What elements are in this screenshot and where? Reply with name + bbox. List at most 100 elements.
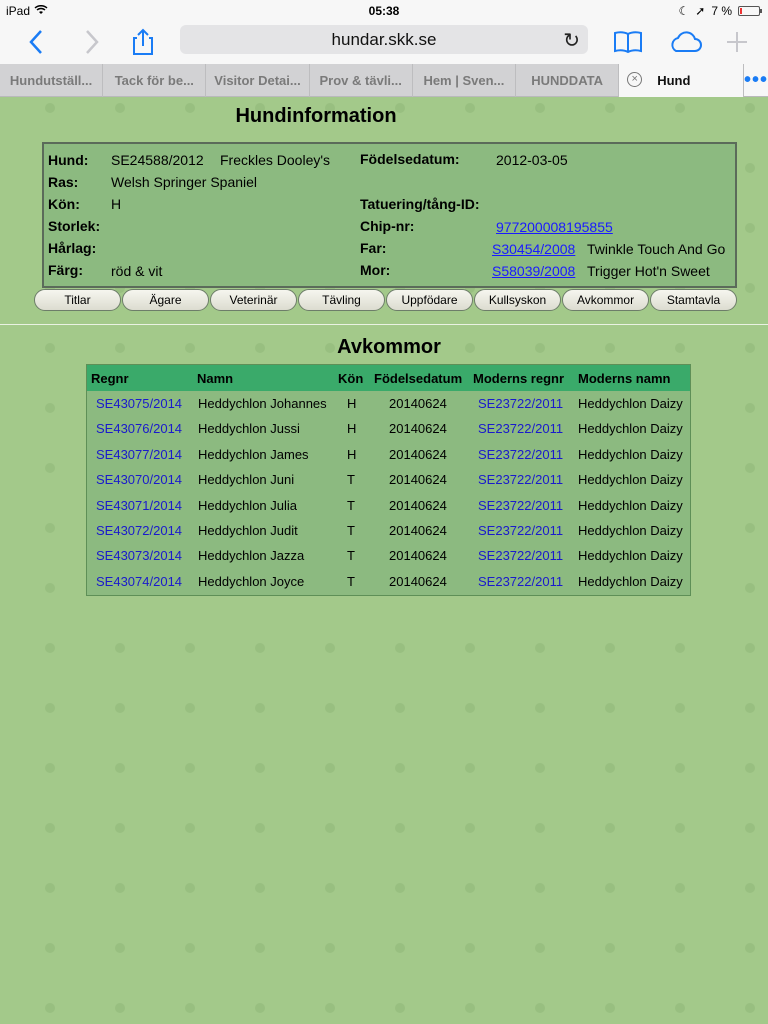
cell-fodelsedatum: 20140624	[389, 497, 447, 513]
cell-fodelsedatum: 20140624	[389, 472, 447, 488]
value-regnr: SE24588/2012	[111, 152, 204, 168]
paw-print	[395, 763, 405, 773]
stamtavla-button[interactable]: Stamtavla	[650, 289, 737, 311]
cell-namn: Heddychlon Judit	[198, 523, 298, 538]
icloud-tabs-button[interactable]	[666, 26, 704, 58]
url-text: hundar.skk.se	[331, 29, 437, 49]
paw-print	[115, 883, 125, 893]
cell-regnr[interactable]: SE43072/2014	[96, 523, 182, 538]
chip-number-link[interactable]: 977200008195855	[496, 219, 613, 235]
paw-print	[185, 943, 195, 953]
paw-print	[675, 1003, 685, 1013]
paw-print	[605, 703, 615, 713]
tab-bar: Hundutställ... Tack för be... Visitor De…	[0, 64, 768, 97]
label-harlag: Hårlag:	[48, 240, 97, 256]
tab-hem[interactable]: Hem | Sven...	[413, 64, 517, 97]
book-icon	[614, 31, 642, 54]
tab-visitor[interactable]: Visitor Detai...	[206, 64, 310, 97]
back-button[interactable]	[22, 26, 50, 58]
paw-print	[115, 1003, 125, 1013]
paw-print	[675, 703, 685, 713]
tab-hunddata[interactable]: HUNDDATA	[516, 64, 620, 97]
paw-print	[535, 823, 545, 833]
cell-moderns-regnr[interactable]: SE23722/2011	[478, 396, 563, 411]
paw-print	[185, 643, 195, 653]
tab-prov[interactable]: Prov & tävli...	[310, 64, 413, 97]
bookmarks-button[interactable]	[612, 26, 644, 58]
tavling-button[interactable]: Tävling	[298, 289, 385, 311]
paw-print	[465, 763, 475, 773]
table-row: SE43076/2014 Heddychlon Jussi H 20140624 SE2…	[87, 416, 690, 441]
paw-print	[115, 943, 125, 953]
mor-regnr-link[interactable]: S58039/2008	[492, 263, 575, 279]
cell-regnr[interactable]: SE43077/2014	[96, 447, 182, 462]
paw-print	[395, 883, 405, 893]
header-namn: Namn	[197, 371, 234, 386]
cell-moderns-regnr[interactable]: SE23722/2011	[478, 548, 563, 563]
cell-moderns-regnr[interactable]: SE23722/2011	[478, 574, 563, 589]
cell-moderns-regnr[interactable]: SE23722/2011	[478, 472, 563, 487]
reload-icon[interactable]: ↻	[563, 28, 580, 53]
tab-hundutstallning[interactable]: Hundutställ...	[0, 64, 104, 97]
cell-kon: H	[347, 421, 357, 437]
cell-regnr[interactable]: SE43075/2014	[96, 396, 182, 411]
paw-print	[535, 883, 545, 893]
close-tab-icon[interactable]: ×	[627, 72, 643, 87]
veterinar-button[interactable]: Veterinär	[210, 289, 297, 311]
value-dog-name: Freckles Dooley's	[220, 152, 331, 168]
more-tabs-icon[interactable]: •••	[744, 64, 768, 96]
cell-regnr[interactable]: SE43070/2014	[96, 472, 182, 487]
paw-print	[395, 703, 405, 713]
cell-namn: Heddychlon Jussi	[198, 421, 300, 437]
paw-print	[255, 1003, 265, 1013]
url-bar[interactable]: hundar.skk.se ↻	[180, 25, 588, 54]
label-tatuering: Tatuering/tång-ID:	[360, 196, 480, 212]
share-button[interactable]	[128, 26, 158, 58]
avkommor-button[interactable]: Avkommor	[562, 289, 649, 311]
cell-moderns-regnr[interactable]: SE23722/2011	[478, 523, 563, 538]
cell-moderns-regnr[interactable]: SE23722/2011	[478, 498, 563, 513]
cell-regnr[interactable]: SE43074/2014	[96, 574, 182, 589]
agare-button[interactable]: Ägare	[122, 289, 209, 311]
clock: 05:38	[368, 4, 400, 18]
tab-hund[interactable]: × Hund	[619, 64, 745, 97]
table-row: SE43077/2014 Heddychlon James H 20140624 SE2…	[87, 442, 690, 467]
paw-print	[535, 1003, 545, 1013]
paw-print	[675, 763, 685, 773]
paw-print	[605, 823, 615, 833]
cell-regnr[interactable]: SE43071/2014	[96, 498, 182, 513]
paw-print	[675, 883, 685, 893]
value-ras: Welsh Springer Spaniel	[111, 174, 258, 190]
far-regnr-link[interactable]: S30454/2008	[492, 241, 575, 257]
paw-print	[465, 823, 475, 833]
table-row: SE43072/2014 Heddychlon Judit T 20140624 SE2…	[87, 518, 690, 543]
cell-moderns-regnr[interactable]: SE23722/2011	[478, 421, 563, 436]
paw-print	[675, 823, 685, 833]
header-moderns-regnr: Moderns regnr	[473, 371, 565, 386]
cell-moderns-regnr[interactable]: SE23722/2011	[478, 447, 563, 462]
paw-print	[325, 643, 335, 653]
paw-print	[465, 703, 475, 713]
titlar-button[interactable]: Titlar	[34, 289, 121, 311]
value-far-namn: Twinkle Touch And Go	[587, 241, 726, 257]
kullsyskon-button[interactable]: Kullsyskon	[474, 289, 561, 311]
page-content: Hundinformation Hund: SE24588/2012 Freck…	[0, 97, 768, 1024]
paw-print	[255, 883, 265, 893]
cell-regnr[interactable]: SE43076/2014	[96, 421, 182, 436]
page-title: Hundinformation	[235, 105, 397, 127]
paw-print	[255, 703, 265, 713]
cell-moderns-namn: Heddychlon Daizy	[578, 472, 683, 488]
paw-print	[465, 1003, 475, 1013]
paw-print	[465, 943, 475, 953]
cell-regnr[interactable]: SE43073/2014	[96, 548, 182, 563]
paw-print	[325, 943, 335, 953]
tab-tack[interactable]: Tack för be...	[103, 64, 207, 97]
paw-print	[115, 823, 125, 833]
new-tab-button[interactable]	[722, 26, 752, 58]
forward-button[interactable]	[78, 26, 106, 58]
label-fodelsedatum: Födelsedatum:	[360, 151, 460, 167]
paw-print	[745, 823, 755, 833]
cell-fodelsedatum: 20140624	[389, 573, 447, 589]
paw-print	[745, 943, 755, 953]
uppfodare-button[interactable]: Uppfödare	[386, 289, 473, 311]
